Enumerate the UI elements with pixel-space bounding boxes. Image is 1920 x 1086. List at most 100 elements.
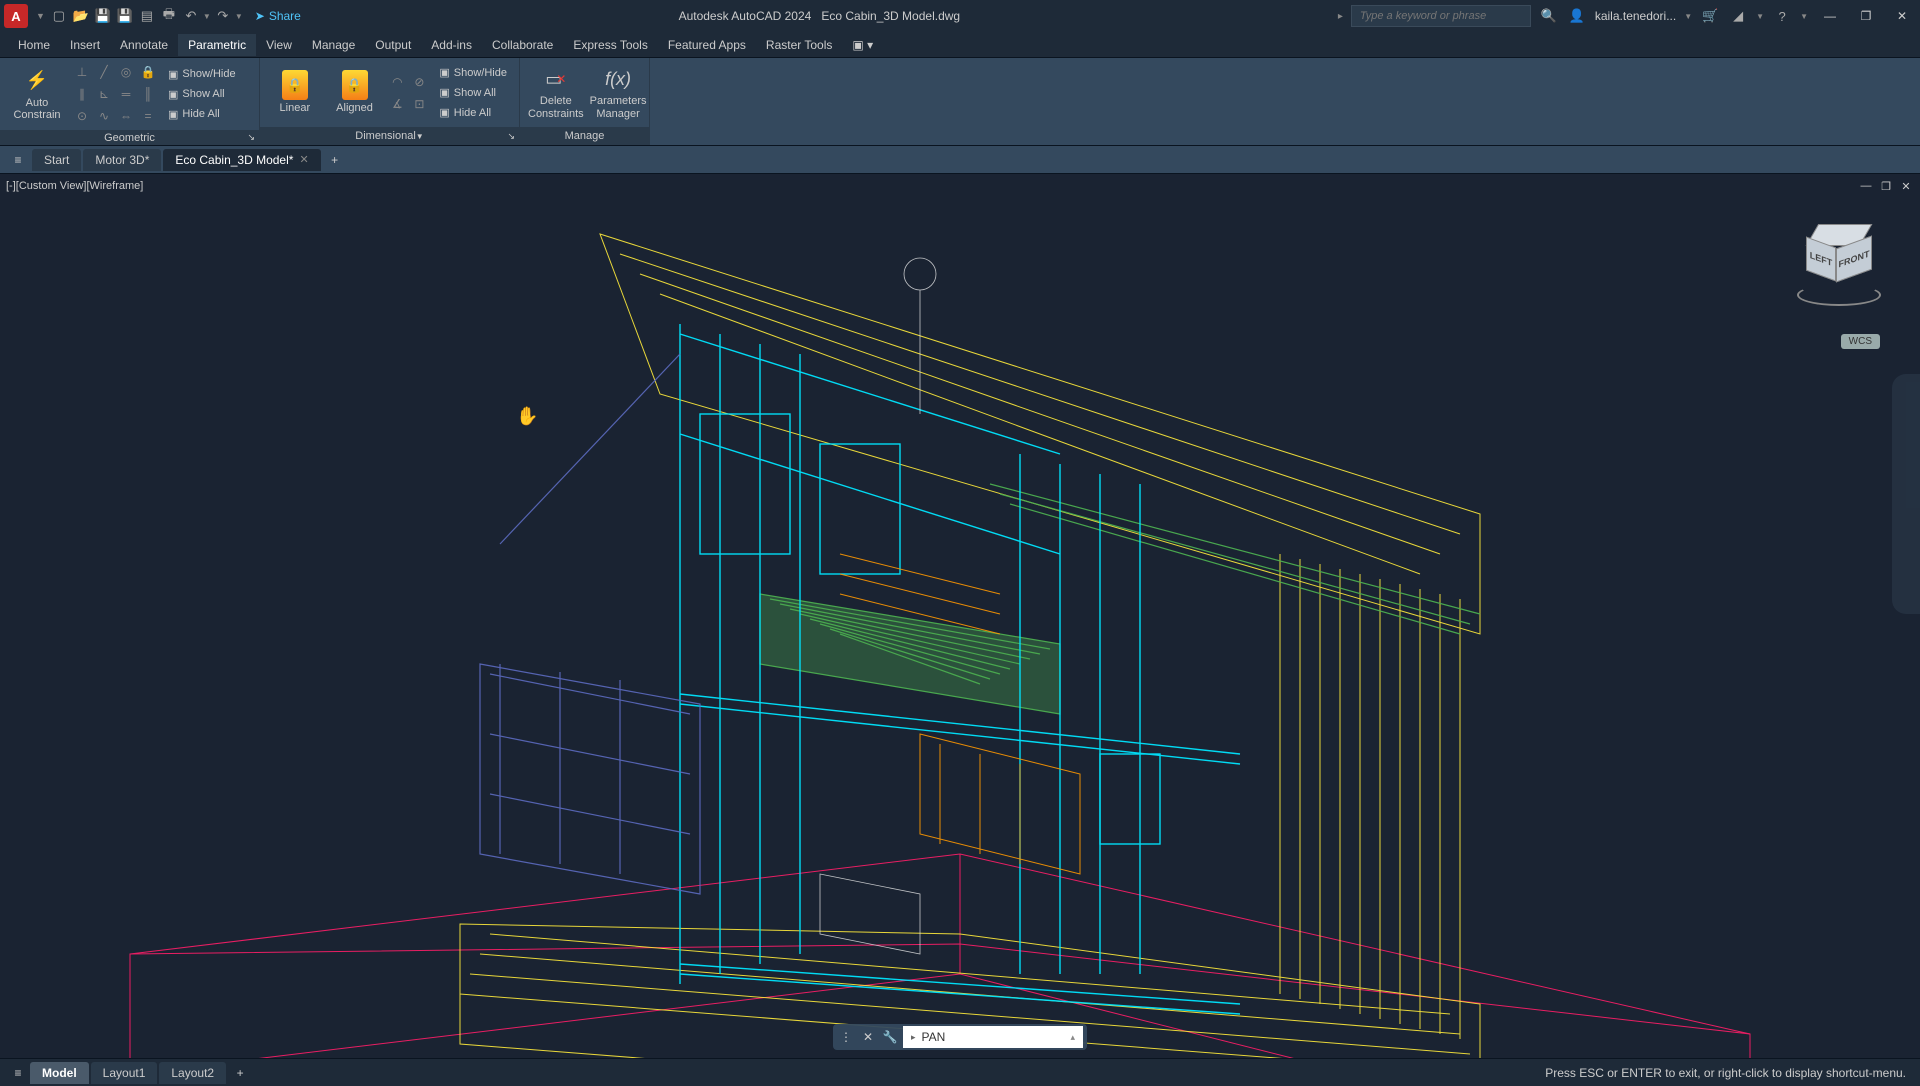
cmd-history-icon[interactable]: ⋮	[837, 1028, 855, 1046]
doc-tabs-menu-icon[interactable]: ≡	[6, 148, 30, 172]
doc-tab-motor3d[interactable]: Motor 3D*	[83, 149, 161, 171]
new-layout-button[interactable]: +	[228, 1061, 252, 1085]
layout-tabs: Model Layout1 Layout2 +	[30, 1061, 252, 1085]
parameters-manager-icon: f(x)	[604, 65, 632, 93]
app-switcher-icon[interactable]: ◢	[1728, 6, 1748, 26]
delete-constraints-icon: ▭✕	[542, 65, 570, 93]
concentric-icon[interactable]: ◎	[116, 62, 136, 82]
search-icon[interactable]: 🔍	[1539, 6, 1559, 26]
perpendicular-icon[interactable]: ⊾	[94, 84, 114, 104]
constraint-icon-grid: ⊥ ╱ ◎ 🔒 ∥ ⊾ ═ ║ ⊙ ∿ ⇔ =	[72, 62, 158, 126]
auto-constrain-button[interactable]: ⚡ Auto Constrain	[8, 64, 66, 124]
parameters-manager-button[interactable]: f(x) Parameters Manager	[590, 63, 647, 123]
undo-icon[interactable]: ↶	[181, 6, 201, 26]
collinear-icon[interactable]: ╱	[94, 62, 114, 82]
dim-hideall-button[interactable]: ▣Hide All	[435, 104, 511, 122]
bottom-bar: ≡ Model Layout1 Layout2 + Press ESC or E…	[0, 1058, 1920, 1086]
equal-icon[interactable]: =	[138, 106, 158, 126]
save-icon[interactable]: 💾	[93, 6, 113, 26]
menu-parametric[interactable]: Parametric	[178, 34, 256, 56]
dim-showall-button[interactable]: ▣Show All	[435, 84, 511, 102]
menu-addins[interactable]: Add-ins	[421, 34, 482, 56]
web-icon[interactable]: ▤	[137, 6, 157, 26]
menu-express-tools[interactable]: Express Tools	[563, 34, 657, 56]
tangent-icon[interactable]: ⊙	[72, 106, 92, 126]
menu-raster-tools[interactable]: Raster Tools	[756, 34, 842, 56]
coincident-icon[interactable]: ⊥	[72, 62, 92, 82]
new-tab-button[interactable]: +	[323, 148, 347, 172]
wcs-badge[interactable]: WCS	[1841, 334, 1880, 349]
saveas-icon[interactable]: 💾	[115, 6, 135, 26]
cmd-close-icon[interactable]: ✕	[859, 1028, 877, 1046]
fix-icon[interactable]: 🔒	[138, 62, 158, 82]
doc-tab-ecocabin[interactable]: Eco Cabin_3D Model*✕	[163, 149, 320, 171]
aligned-lock-icon: 🔒	[342, 70, 368, 100]
help-icon[interactable]: ?	[1772, 6, 1792, 26]
geo-hideall-button[interactable]: ▣Hide All	[164, 105, 240, 123]
share-button[interactable]: ➤ Share	[255, 9, 301, 23]
ribbon-panel-manage: ▭✕ Delete Constraints f(x) Parameters Ma…	[520, 58, 650, 145]
linear-button[interactable]: 🔒 Linear	[268, 63, 322, 123]
dim-icon-1[interactable]: ◠	[387, 72, 407, 92]
aligned-button[interactable]: 🔒 Aligned	[328, 63, 382, 123]
symmetric-icon[interactable]: ⇔	[116, 106, 136, 126]
linear-lock-icon: 🔒	[282, 70, 308, 100]
cmd-customize-icon[interactable]: 🔧	[881, 1028, 899, 1046]
menu-view[interactable]: View	[256, 34, 302, 56]
layout-tab-layout1[interactable]: Layout1	[91, 1062, 158, 1084]
geo-showhide-button[interactable]: ▣Show/Hide	[164, 65, 240, 83]
minimize-button[interactable]: —	[1816, 5, 1844, 27]
title-bar: A ▼ ▢ 📂 💾 💾 ▤ 🖶 ↶ ▼ ↷ ▼ ➤ Share Autodesk…	[0, 0, 1920, 32]
dim-icon-3[interactable]: ∡	[387, 94, 407, 114]
new-icon[interactable]: ▢	[49, 6, 69, 26]
command-input[interactable]: ▸ PAN ▴	[903, 1026, 1083, 1048]
status-message: Press ESC or ENTER to exit, or right-cli…	[1545, 1066, 1914, 1080]
menu-collaborate[interactable]: Collaborate	[482, 34, 563, 56]
app-logo[interactable]: A	[4, 4, 28, 28]
doc-tab-start[interactable]: Start	[32, 149, 81, 171]
cmd-dropdown-icon[interactable]: ▴	[1070, 1032, 1075, 1043]
parallel-icon[interactable]: ∥	[72, 84, 92, 104]
cart-icon[interactable]: 🛒	[1700, 6, 1720, 26]
geo-showall-button[interactable]: ▣Show All	[164, 85, 240, 103]
vertical-icon[interactable]: ║	[138, 84, 158, 104]
dim-icon-4[interactable]: ⊡	[409, 94, 429, 114]
menu-annotate[interactable]: Annotate	[110, 34, 178, 56]
dim-showhide-button[interactable]: ▣Show/Hide	[435, 64, 511, 82]
user-name-label[interactable]: kaila.tenedori...	[1595, 9, 1676, 23]
menu-home[interactable]: Home	[8, 34, 60, 56]
menu-featured-apps[interactable]: Featured Apps	[658, 34, 756, 56]
menu-extra[interactable]: ▣ ▾	[842, 34, 883, 56]
smooth-icon[interactable]: ∿	[94, 106, 114, 126]
close-button[interactable]: ✕	[1888, 5, 1916, 27]
layout-menu-icon[interactable]: ≡	[6, 1061, 30, 1085]
viewcube-compass[interactable]	[1797, 284, 1881, 306]
dim-icon-2[interactable]: ⊘	[409, 72, 429, 92]
panel-title-dimensional[interactable]: Dimensional	[355, 130, 416, 142]
viewport[interactable]: [-][Custom View][Wireframe] — ❐ ✕	[0, 174, 1920, 1058]
panel-title-manage: Manage	[565, 130, 605, 142]
horizontal-icon[interactable]: ═	[116, 84, 136, 104]
delete-constraints-button[interactable]: ▭✕ Delete Constraints	[528, 63, 584, 123]
plot-icon[interactable]: 🖶	[159, 6, 179, 26]
showhide-icon: ▣	[439, 66, 449, 79]
user-icon[interactable]: 👤	[1567, 6, 1587, 26]
ribbon: ⚡ Auto Constrain ⊥ ╱ ◎ 🔒 ∥ ⊾ ═ ║ ⊙ ∿ ⇔ =…	[0, 58, 1920, 146]
layout-tab-layout2[interactable]: Layout2	[159, 1062, 226, 1084]
restore-button[interactable]: ❐	[1852, 5, 1880, 27]
redo-icon[interactable]: ↷	[213, 6, 233, 26]
ribbon-panel-geometric: ⚡ Auto Constrain ⊥ ╱ ◎ 🔒 ∥ ⊾ ═ ║ ⊙ ∿ ⇔ =…	[0, 58, 260, 145]
viewcube[interactable]: LEFT FRONT	[1794, 224, 1884, 314]
menu-insert[interactable]: Insert	[60, 34, 110, 56]
layout-tab-model[interactable]: Model	[30, 1062, 89, 1084]
search-input[interactable]	[1351, 5, 1531, 27]
command-bar: ⋮ ✕ 🔧 ▸ PAN ▴	[833, 1024, 1087, 1050]
menu-manage[interactable]: Manage	[302, 34, 365, 56]
panel-arrow-icon[interactable]: ↘	[507, 131, 515, 142]
navigation-bar[interactable]	[1892, 374, 1920, 614]
auto-constrain-icon: ⚡	[23, 67, 51, 95]
panel-arrow-icon[interactable]: ↘	[247, 132, 255, 143]
menu-output[interactable]: Output	[365, 34, 421, 56]
close-tab-icon[interactable]: ✕	[299, 153, 308, 166]
open-icon[interactable]: 📂	[71, 6, 91, 26]
